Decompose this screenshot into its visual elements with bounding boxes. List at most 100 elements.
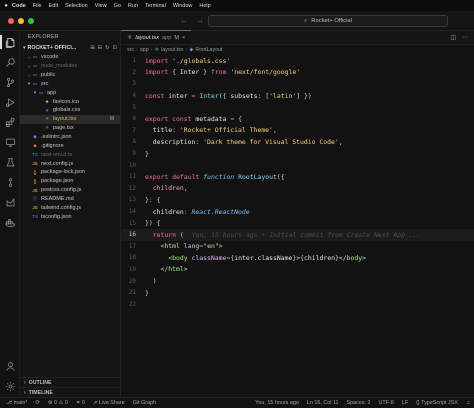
menu-go[interactable]: Go xyxy=(114,3,121,9)
command-center-search[interactable]: ⌕ Rocket+ Official xyxy=(208,15,448,27)
search-view-icon[interactable] xyxy=(0,53,20,71)
timeline-section[interactable]: › TIMELINE xyxy=(20,387,120,397)
tree-file[interactable]: JS next.config.js xyxy=(20,159,120,168)
indentation[interactable]: Spaces: 2 xyxy=(347,400,371,406)
menu-file[interactable]: File xyxy=(33,3,42,9)
blame-indicator[interactable]: You, 15 hours ago xyxy=(255,400,299,406)
apple-icon[interactable]: ● xyxy=(0,3,12,9)
code-line[interactable]: 1 import './globals.css' xyxy=(121,55,474,67)
new-file-icon[interactable]: ⊞ xyxy=(90,45,94,51)
menu-window[interactable]: Window xyxy=(173,3,193,9)
code-token: }</ xyxy=(335,253,347,262)
collapse-all-icon[interactable]: ⊡ xyxy=(113,45,117,51)
tree-folder[interactable]: ▾ ▭ app xyxy=(20,88,120,97)
cursor-position[interactable]: Ln 16, Col 11 xyxy=(307,400,339,406)
problems-indicator[interactable]: ⊗ 0 ⚠ 0 xyxy=(48,400,68,406)
outline-section[interactable]: › OUTLINE xyxy=(20,377,120,387)
close-window-button[interactable] xyxy=(8,17,14,24)
code-line[interactable]: 10 xyxy=(121,159,474,171)
tree-file[interactable]: ⚛ layout.tsx M xyxy=(20,114,120,124)
tree-file[interactable]: ★ favicon.ico xyxy=(20,97,120,106)
code-line[interactable]: 7 title: 'Rocket+ Official Theme', xyxy=(121,125,474,137)
code-line[interactable]: 15}) { xyxy=(121,217,474,229)
split-editor-icon[interactable]: ◫ xyxy=(450,34,456,41)
code-line[interactable]: 3 xyxy=(121,78,474,90)
notifications-bell-icon[interactable]: ♫ xyxy=(466,400,470,406)
refresh-icon[interactable]: ↻ xyxy=(105,45,109,51)
code-editor[interactable]: 1 import './globals.css' 2 import { Inter }… xyxy=(121,55,474,310)
breadcrumb-file[interactable]: layout.tsx xyxy=(161,47,183,53)
tree-file[interactable]: ⚛ page.tsx xyxy=(20,124,120,133)
code-line[interactable]: 8 description: 'Dark theme for Visual St… xyxy=(121,136,474,148)
tree-file[interactable]: ⓘ README.md xyxy=(20,195,120,204)
tree-file[interactable]: JS postcss.config.js xyxy=(20,186,120,195)
accounts-icon[interactable] xyxy=(0,357,20,375)
tree-folder[interactable]: › ▭ node_modules xyxy=(20,62,120,71)
menu-run[interactable]: Run xyxy=(128,3,138,9)
code-line[interactable]: 12 children, xyxy=(121,183,474,195)
zoom-window-button[interactable] xyxy=(28,17,34,24)
tree-file[interactable]: # globals.css xyxy=(20,106,120,115)
encoding[interactable]: UTF-8 xyxy=(379,400,394,406)
extensions-icon[interactable] xyxy=(0,113,20,131)
minimize-window-button[interactable] xyxy=(18,17,24,24)
tree-file[interactable]: ◉ .eslintrc.json xyxy=(20,133,120,142)
sync-button[interactable]: ⟳ xyxy=(36,400,41,406)
end-of-line[interactable]: LF xyxy=(402,400,408,406)
code-line[interactable]: 18 < body className ={inter.className}>{ch… xyxy=(121,252,474,264)
menu-view[interactable]: View xyxy=(95,3,107,9)
breadcrumb-symbol[interactable]: RootLayout xyxy=(195,47,222,53)
tree-folder[interactable]: › ▭ vscode xyxy=(20,53,120,62)
tree-folder[interactable]: › ▭ public xyxy=(20,71,120,80)
code-line[interactable]: 6 export const metadata = { xyxy=(121,113,474,125)
tree-file[interactable]: JS tailwind.config.js xyxy=(20,203,120,212)
explorer-icon[interactable] xyxy=(0,33,20,51)
branch-indicator[interactable]: ⎇ main* xyxy=(6,400,28,406)
code-line[interactable]: 17 < html lang = "en" > xyxy=(121,241,474,253)
code-line[interactable]: 14 children: React.ReactNode xyxy=(121,206,474,218)
code-line[interactable]: 16 return (You, 15 hours ago • Initial c… xyxy=(121,228,474,241)
back-arrow-icon[interactable]: ← xyxy=(180,16,188,25)
tree-file[interactable]: {} package.json xyxy=(20,177,120,186)
tree-file[interactable]: TS next-env.d.ts xyxy=(20,150,120,159)
menu-app[interactable]: Code xyxy=(12,3,26,9)
git-graph-icon[interactable] xyxy=(0,173,20,191)
tree-folder[interactable]: ▾ ▭ src xyxy=(20,80,120,89)
new-folder-icon[interactable]: ⊟ xyxy=(98,45,102,51)
manage-gear-icon[interactable] xyxy=(0,377,20,395)
remote-explorer-icon[interactable] xyxy=(0,133,20,151)
menu-terminal[interactable]: Terminal xyxy=(145,3,166,9)
tree-file[interactable]: TS tsconfig.json xyxy=(20,212,120,221)
code-line[interactable]: 9} xyxy=(121,148,474,160)
run-debug-icon[interactable] xyxy=(0,93,20,111)
ports-indicator[interactable]: ⚭ 0 xyxy=(76,400,85,406)
live-share-icon[interactable] xyxy=(0,193,20,211)
menu-edit[interactable]: Edit xyxy=(49,3,58,9)
live-share-button[interactable]: ⇗ Live Share xyxy=(93,400,125,406)
menu-help[interactable]: Help xyxy=(199,3,210,9)
code-line[interactable]: 4 const inter = Inter({ subsets: ['latin'… xyxy=(121,90,474,102)
language-mode[interactable]: {} TypeScript JSX xyxy=(416,400,458,406)
tree-file[interactable]: {} package-lock.json xyxy=(20,168,120,177)
forward-arrow-icon[interactable]: → xyxy=(196,16,204,25)
code-line[interactable]: 13}: { xyxy=(121,194,474,206)
code-line[interactable]: 5 xyxy=(121,101,474,113)
code-line[interactable]: 2 import { Inter } from 'next/font/google… xyxy=(121,67,474,79)
code-line[interactable]: 22 xyxy=(121,298,474,310)
tab-layout-tsx[interactable]: ⚛ layout.tsx app M × xyxy=(121,30,192,44)
code-line[interactable]: 20 ) xyxy=(121,275,474,287)
code-line[interactable]: 21} xyxy=(121,287,474,299)
menu-selection[interactable]: Selection xyxy=(65,3,88,9)
code-line[interactable]: 11 export default function RootLayout({ xyxy=(121,171,474,183)
testing-icon[interactable] xyxy=(0,153,20,171)
docker-icon[interactable] xyxy=(0,213,20,231)
source-control-icon[interactable] xyxy=(0,73,20,91)
breadcrumb-src[interactable]: src xyxy=(127,47,134,53)
tree-file[interactable]: ◆ .gitignore xyxy=(20,141,120,150)
breadcrumb-app[interactable]: app xyxy=(140,47,149,53)
code-line[interactable]: 19 </html > xyxy=(121,264,474,276)
more-actions-icon[interactable]: ⋯ xyxy=(462,34,468,41)
workspace-title[interactable]: ▾ ROCKET+ OFFICI... ⊞ ⊟ ↻ ⊡ xyxy=(20,43,120,53)
git-graph-button[interactable]: Git Graph xyxy=(133,400,156,406)
close-icon[interactable]: × xyxy=(182,35,185,41)
